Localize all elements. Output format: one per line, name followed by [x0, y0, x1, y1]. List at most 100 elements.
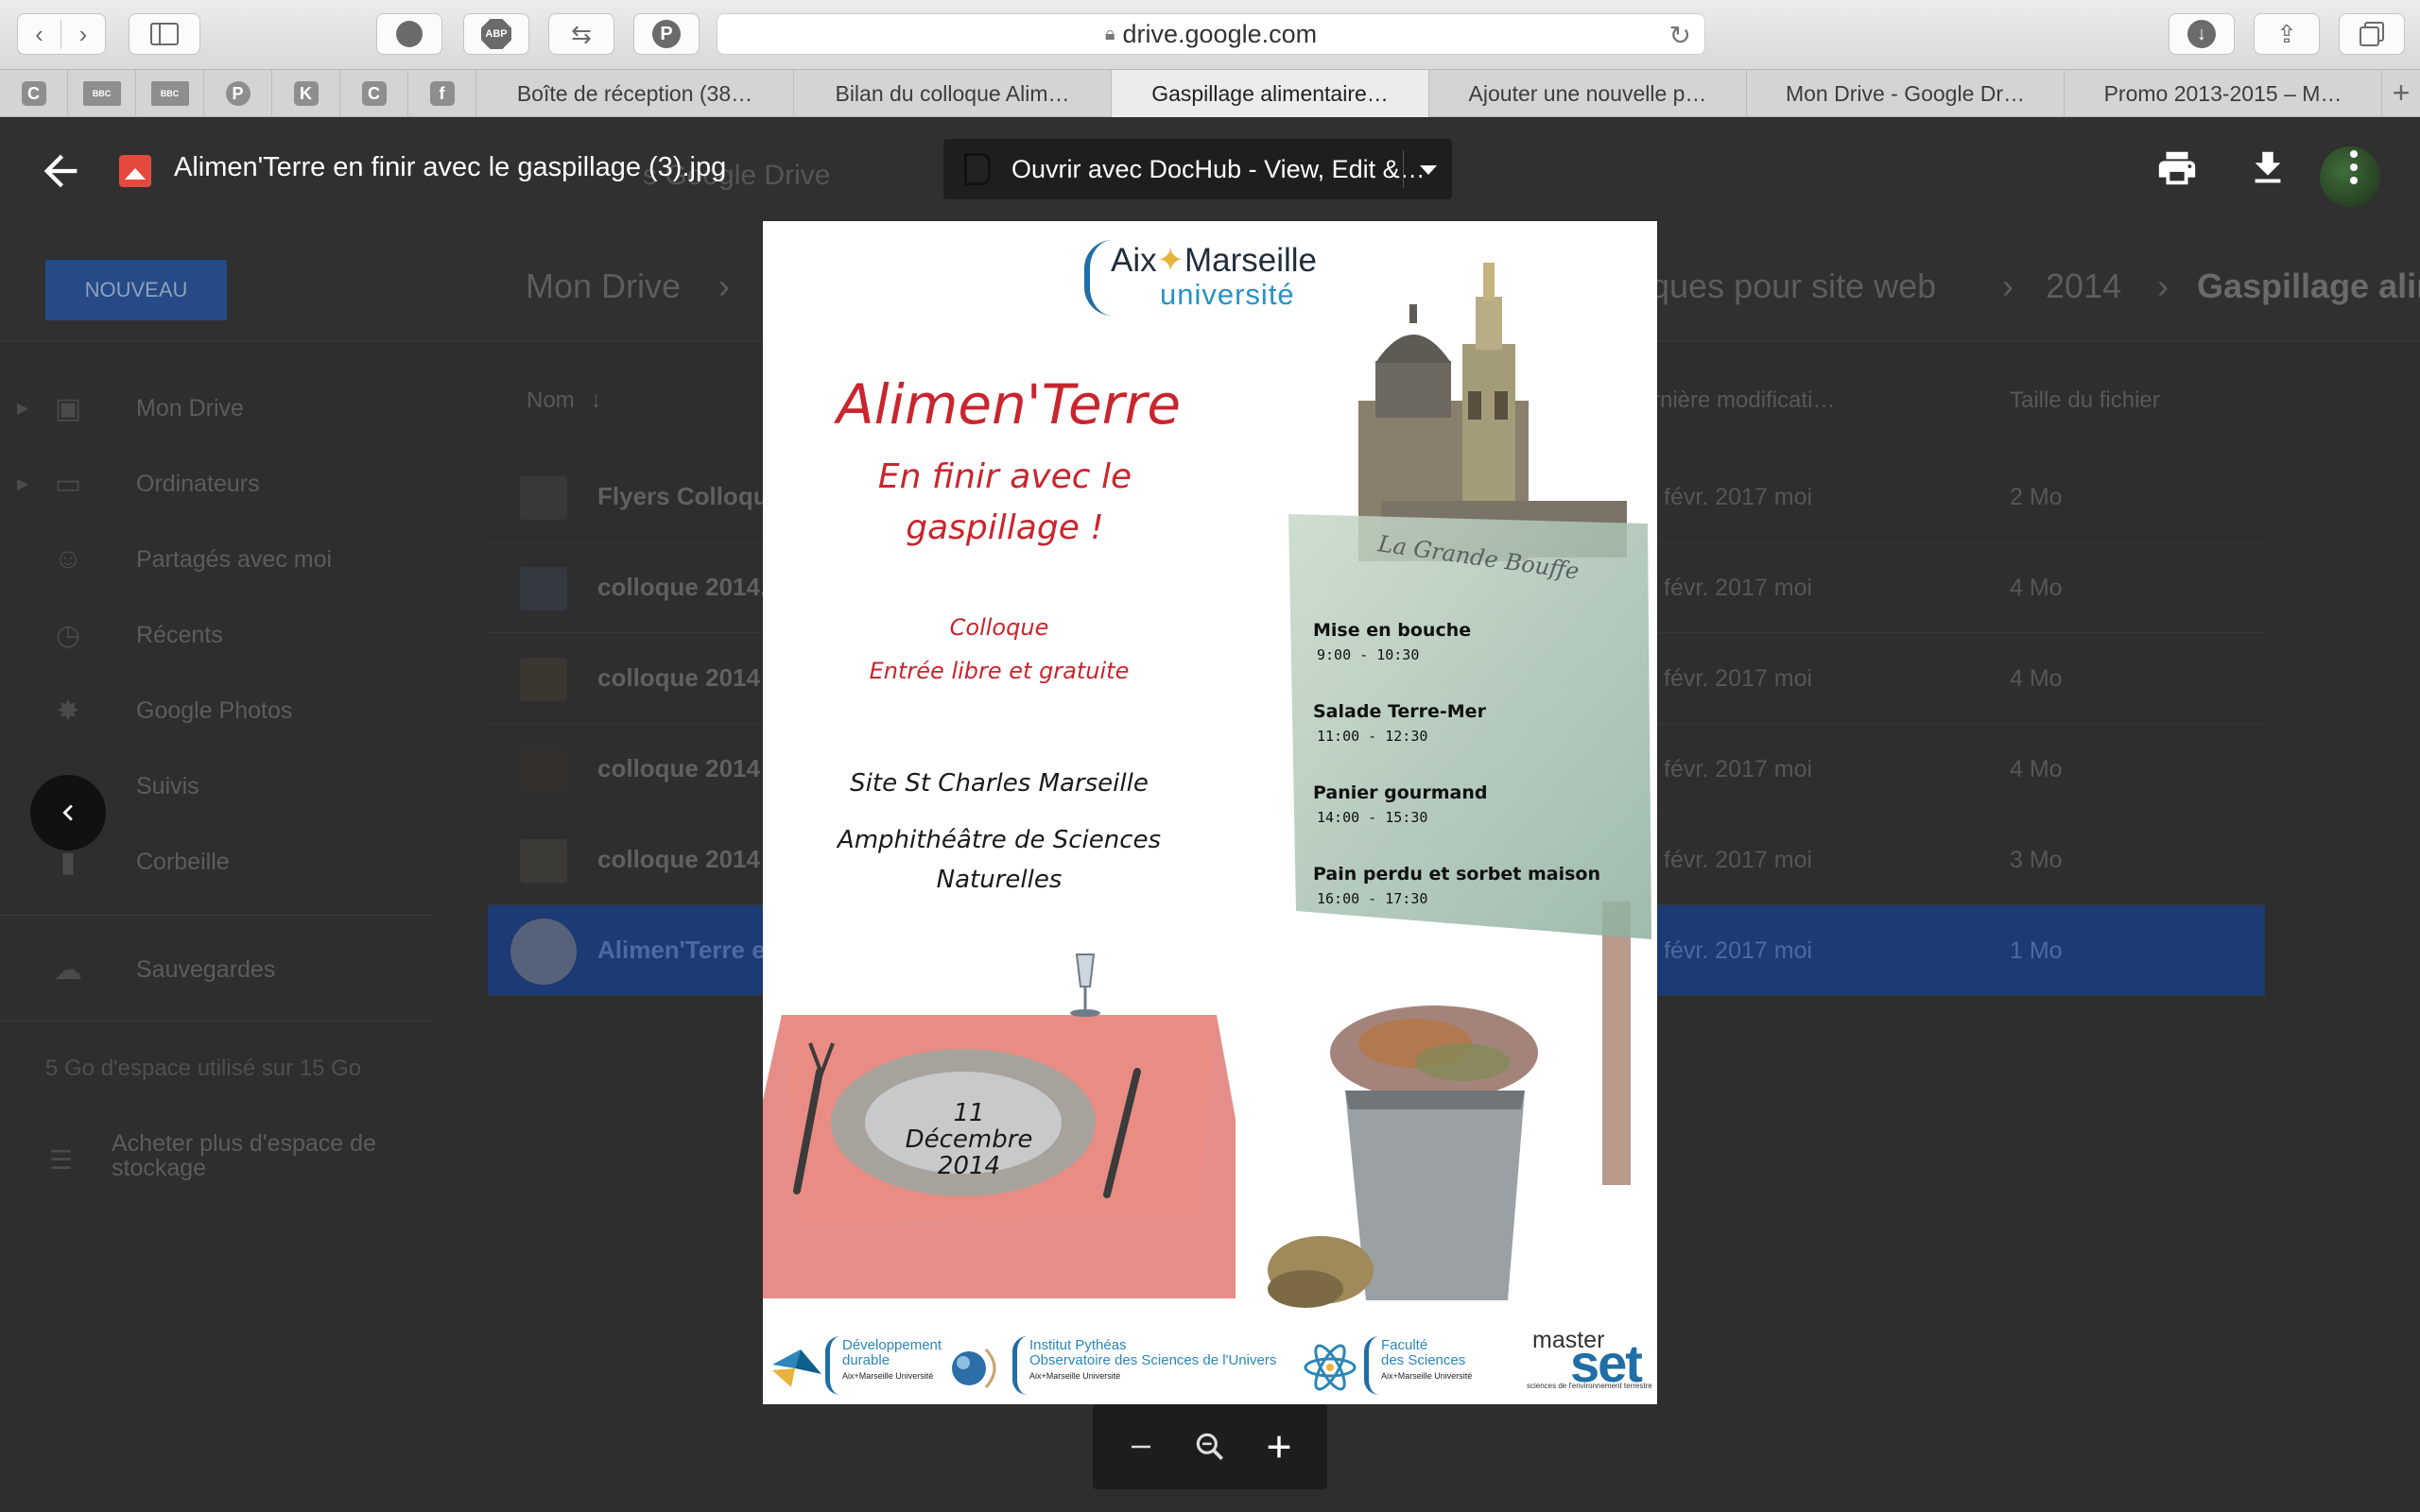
partner-logos: Développement durable Aix+Marseille Univ…: [763, 1317, 1657, 1404]
breadcrumb-2014[interactable]: 2014: [2046, 266, 2121, 306]
dochub-icon: [964, 153, 991, 185]
menu-item: Salade Terre-Mer 11:00 - 12:30: [1313, 701, 1653, 745]
partner-amu-caption: Aix+Marseille Université: [842, 1371, 934, 1381]
file-modified: févr. 2017 moi: [1664, 484, 1813, 510]
pinned-tab[interactable]: C: [340, 70, 408, 117]
file-thumbnail: [510, 919, 577, 985]
dropdown-caret-icon[interactable]: [1420, 165, 1437, 175]
pinned-tab[interactable]: P: [204, 70, 272, 117]
new-button[interactable]: NOUVEAU: [45, 260, 227, 320]
transfer-icon: ⇆: [571, 19, 592, 48]
adblock-button[interactable]: ABP: [463, 13, 529, 55]
tabs-icon: [2360, 22, 2384, 46]
previous-file-button[interactable]: [30, 775, 106, 850]
print-icon[interactable]: [2155, 146, 2199, 190]
back-arrow-icon[interactable]: [36, 146, 85, 196]
poster-subtitle-line: gaspillage !: [906, 508, 1104, 547]
show-tabs-button[interactable]: [2339, 13, 2405, 55]
venue-line: Amphithéâtre de Sciences: [837, 826, 1162, 854]
pinned-tab[interactable]: C: [0, 70, 68, 117]
partner-pytheas-line1: Institut Pythéas: [1029, 1337, 1127, 1353]
file-modified: févr. 2017 moi: [1664, 575, 1813, 601]
storage-icon: ☰: [49, 1145, 74, 1175]
computers-icon: ▭: [54, 468, 82, 500]
menu-item-time: 9:00 - 10:30: [1317, 646, 1420, 663]
column-header-name[interactable]: Nom ↓: [527, 387, 601, 414]
breadcrumb-current[interactable]: Gaspillage alin: [2197, 266, 2420, 306]
tab-bilan-colloque[interactable]: Bilan du colloque Alim…: [794, 70, 1112, 117]
extension-hand-button[interactable]: [376, 13, 442, 55]
tab-ajouter-page[interactable]: Ajouter une nouvelle p…: [1429, 70, 1747, 117]
file-thumbnail: [520, 839, 567, 883]
venue-line: Naturelles: [936, 866, 1063, 894]
file-size: 4 Mo: [2010, 575, 2063, 601]
tab-mon-drive[interactable]: Mon Drive - Google Dr…: [1747, 70, 2065, 117]
reload-icon[interactable]: ↻: [1669, 20, 1691, 51]
breadcrumb-folder[interactable]: ques pour site web: [1651, 266, 1936, 306]
sort-down-icon[interactable]: ↓: [590, 387, 601, 413]
expand-arrow-icon[interactable]: ▶: [17, 474, 28, 493]
column-header-label: Nom: [527, 387, 575, 413]
file-size: 1 Mo: [2010, 937, 2063, 964]
zoom-out-button[interactable]: [1116, 1422, 1166, 1471]
expand-arrow-icon[interactable]: ▶: [17, 399, 28, 418]
zoom-reset-button[interactable]: [1185, 1422, 1235, 1471]
transfer-button[interactable]: ⇆: [548, 13, 614, 55]
file-name: colloque 2014.: [597, 573, 768, 601]
partner-parenthesis: [1012, 1336, 1028, 1395]
column-header-size[interactable]: Taille du fichier: [2010, 387, 2160, 414]
breadcrumb-my-drive[interactable]: Mon Drive: [526, 266, 681, 306]
pinned-tab[interactable]: K: [272, 70, 340, 117]
partner-dd-line2: durable: [842, 1352, 890, 1368]
sidebar-item-backups[interactable]: ☁ Sauvegardes: [0, 941, 435, 998]
menu-item-time: 16:00 - 17:30: [1317, 890, 1428, 907]
sidebar-item-photos[interactable]: ✸ Google Photos: [0, 682, 435, 739]
tab-gaspillage[interactable]: Gaspillage alimentaire…: [1112, 70, 1429, 117]
partner-faculte-line1: Faculté: [1381, 1337, 1428, 1353]
venue-amphi: Amphithéâtre de Sciences Naturelles: [763, 820, 1236, 900]
pinned-tab-icon: K: [293, 81, 319, 106]
zoom-controls: [1093, 1404, 1327, 1489]
minus-icon: [1131, 1445, 1150, 1449]
file-size: 2 Mo: [2010, 484, 2063, 510]
buy-storage-link[interactable]: Acheter plus d'espace de stockage: [112, 1131, 433, 1180]
back-icon[interactable]: ‹: [18, 19, 61, 49]
sidebar-item-shared[interactable]: ☺ Partagés avec moi: [0, 531, 435, 588]
sidebar-item-recent[interactable]: ◷ Récents: [0, 607, 435, 663]
more-options-icon[interactable]: [2350, 150, 2358, 184]
menu-item-name: Panier gourmand: [1313, 782, 1488, 803]
pinned-tab[interactable]: BBC: [68, 70, 136, 117]
partner-parenthesis: [825, 1336, 840, 1395]
tab-promo[interactable]: Promo 2013-2015 – M…: [2065, 70, 2382, 117]
open-with-button[interactable]: Ouvrir avec DocHub - View, Edit &…: [943, 139, 1452, 199]
pinned-tab[interactable]: BBC: [136, 70, 204, 117]
tab-inbox[interactable]: Boîte de réception (38…: [476, 70, 794, 117]
sidebar-icon: [150, 23, 179, 45]
sidebar-item-label: Suivis: [136, 772, 199, 799]
adblock-icon: ABP: [481, 19, 511, 49]
faculte-sciences-logo-icon: [1304, 1344, 1357, 1391]
pinterest-button[interactable]: P: [633, 13, 700, 55]
file-modified: févr. 2017 moi: [1664, 847, 1813, 873]
sidebar-toggle-button[interactable]: [129, 13, 200, 55]
sidebar-item-my-drive[interactable]: ▶ ▣ Mon Drive: [0, 380, 435, 437]
pinned-tab[interactable]: f: [408, 70, 476, 117]
downloads-button[interactable]: ↓: [2169, 13, 2235, 55]
lock-icon: 🔒︎: [1104, 23, 1115, 44]
amu-logo-sub: université: [1160, 278, 1295, 311]
back-forward-buttons[interactable]: ‹ ›: [17, 13, 106, 55]
column-header-modified[interactable]: rnière modificati…: [1652, 387, 1835, 414]
pinned-tab-icon: f: [429, 81, 455, 106]
drive-icon: ▣: [54, 392, 82, 424]
download-icon[interactable]: [2246, 146, 2290, 190]
sidebar-item-computers[interactable]: ▶ ▭ Ordinateurs: [0, 455, 435, 512]
file-name: colloque 2014: [597, 754, 760, 782]
menu-item-time: 11:00 - 12:30: [1317, 728, 1428, 745]
address-bar[interactable]: 🔒︎ drive.google.com ↻: [717, 13, 1705, 55]
forward-icon[interactable]: ›: [61, 20, 105, 49]
zoom-in-button[interactable]: [1254, 1422, 1304, 1471]
new-tab-button[interactable]: +: [2382, 70, 2420, 116]
partner-parenthesis: [1364, 1336, 1379, 1395]
share-button[interactable]: ⇪: [2254, 13, 2320, 55]
file-modified: févr. 2017 moi: [1664, 756, 1813, 782]
